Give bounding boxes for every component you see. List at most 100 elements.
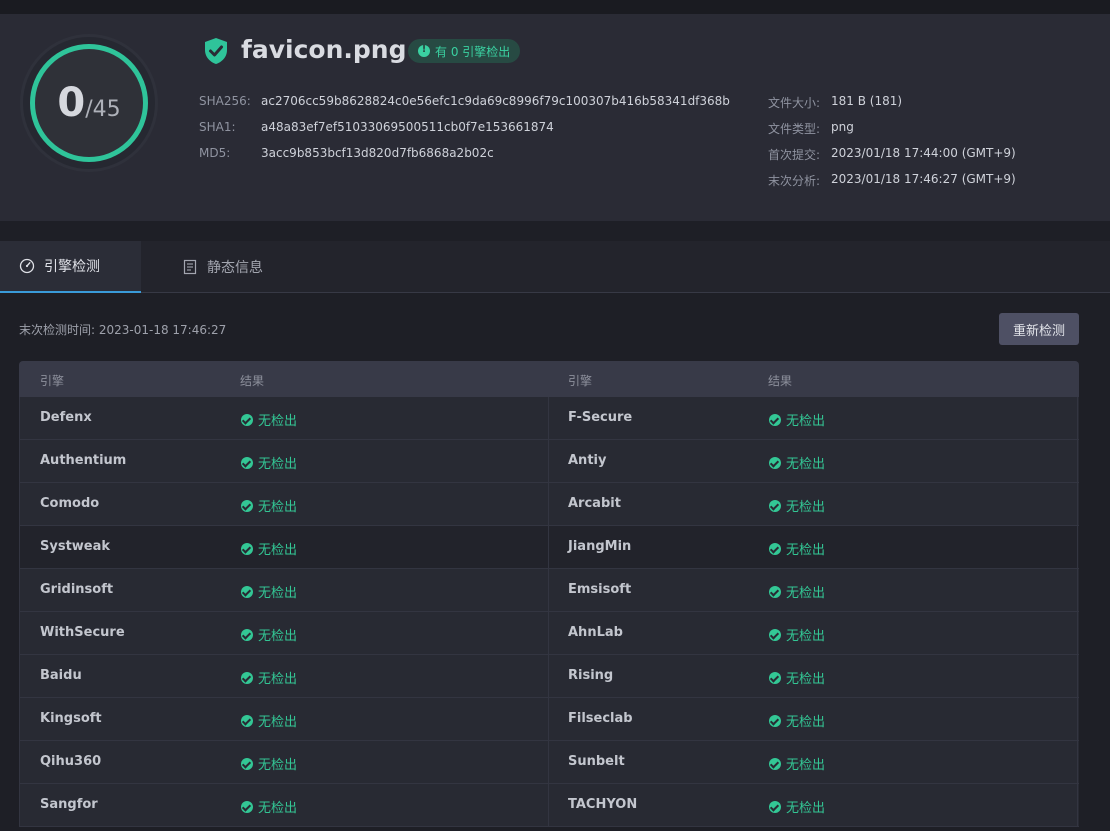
check-circle-icon [769, 800, 781, 813]
engine-cell-right: Emsisoft 无检出 [548, 569, 1078, 611]
engine-result-label: 无检出 [258, 801, 298, 816]
engine-name: AhnLab [568, 625, 623, 640]
engine-name: Kingsoft [40, 711, 102, 726]
engine-name: Emsisoft [568, 582, 632, 597]
meta-label: 末次分析: [768, 174, 821, 188]
check-circle-icon [241, 800, 253, 813]
engine-result-label: 无检出 [786, 758, 826, 773]
engine-result: 无检出 [241, 625, 297, 644]
check-circle-icon [769, 714, 781, 727]
engine-result: 无检出 [241, 539, 297, 558]
meta-value: 2023/01/18 17:46:27 (GMT+9) [831, 172, 1016, 186]
check-circle-icon [241, 499, 253, 512]
engine-cell-left: Baidu 无检出 [19, 655, 549, 697]
meta-label: 文件类型: [768, 122, 821, 136]
column-header-result: 结果 [240, 374, 265, 388]
engine-name: F-Secure [568, 410, 633, 425]
engine-cell-right: AhnLab 无检出 [548, 612, 1078, 654]
engine-result: 无检出 [769, 625, 825, 644]
engine-cell-left: Systweak 无检出 [19, 526, 549, 568]
engine-result-label: 无检出 [786, 715, 826, 730]
column-header-engine: 引擎 [568, 374, 593, 388]
detected-count: 0 [57, 80, 86, 126]
table-header: 引擎 结果 引擎 结果 [19, 361, 1079, 397]
tab-bar: 引擎检测 静态信息 [0, 241, 1110, 293]
check-circle-icon [241, 757, 253, 770]
engine-result-label: 无检出 [258, 457, 298, 472]
engine-result: 无检出 [241, 797, 297, 816]
engine-cell-left: Sangfor 无检出 [19, 784, 549, 826]
engine-cell-left: Comodo 无检出 [19, 483, 549, 525]
check-circle-icon [241, 628, 253, 641]
file-name: favicon.png [241, 35, 407, 64]
alert-circle-icon [418, 44, 430, 57]
engine-results-table: 引擎 结果 引擎 结果 Defenx 无检出 F-Secure 无检出 Authenti… [19, 361, 1079, 827]
meta-label: 文件大小: [768, 96, 821, 110]
engine-result-label: 无检出 [786, 672, 826, 687]
engine-cell-left: Kingsoft 无检出 [19, 698, 549, 740]
check-circle-icon [241, 413, 253, 426]
table-row: Defenx 无检出 F-Secure 无检出 [19, 397, 1079, 440]
check-circle-icon [769, 628, 781, 641]
tab-static-info[interactable]: 静态信息 [141, 241, 291, 293]
engine-result: 无检出 [769, 711, 825, 730]
check-circle-icon [769, 456, 781, 469]
engine-result: 无检出 [769, 668, 825, 687]
engine-cell-right: JiangMin 无检出 [548, 526, 1078, 568]
file-summary-panel [0, 14, 1110, 221]
engine-name: Sunbelt [568, 754, 625, 769]
check-circle-icon [241, 542, 253, 555]
hash-value[interactable]: a48a83ef7ef51033069500511cb0f7e153661874 [261, 120, 554, 134]
table-row: Authentium 无检出 Antiy 无检出 [19, 440, 1079, 483]
engine-result-label: 无检出 [258, 758, 298, 773]
rescan-button[interactable]: 重新检测 [999, 313, 1079, 345]
tab-engine-detection[interactable]: 引擎检测 [0, 241, 141, 293]
hash-value[interactable]: 3acc9b853bcf13d820d7fb6868a2b02c [261, 146, 494, 160]
engine-name: Qihu360 [40, 754, 102, 769]
engine-name: JiangMin [568, 539, 632, 554]
table-row: Baidu 无检出 Rising 无检出 [19, 655, 1079, 698]
engine-result-label: 无检出 [258, 672, 298, 687]
check-circle-icon [769, 499, 781, 512]
detection-badge-label: 有 0 引擎检出 [435, 44, 511, 59]
check-circle-icon [769, 671, 781, 684]
engine-result-label: 无检出 [258, 629, 298, 644]
check-circle-icon [769, 542, 781, 555]
engine-cell-right: TACHYON 无检出 [548, 784, 1078, 826]
engine-result: 无检出 [769, 453, 825, 472]
tab-label: 引擎检测 [44, 259, 100, 275]
engine-name: Antiy [568, 453, 607, 468]
top-bar [0, 0, 1110, 14]
engine-name: Baidu [40, 668, 82, 683]
engine-cell-right: Sunbelt 无检出 [548, 741, 1078, 783]
engine-result-label: 无检出 [786, 500, 826, 515]
engine-name: Gridinsoft [40, 582, 114, 597]
engine-result-label: 无检出 [786, 457, 826, 472]
engine-result-label: 无检出 [786, 414, 826, 429]
engine-result-label: 无检出 [786, 586, 826, 601]
hash-label: SHA256: [199, 94, 251, 108]
engine-cell-left: Authentium 无检出 [19, 440, 549, 482]
meta-value: 181 B (181) [831, 94, 903, 108]
check-circle-icon [241, 585, 253, 598]
engine-name: Arcabit [568, 496, 621, 511]
detection-score-ring: 0 /45 [20, 34, 158, 172]
engine-result: 无检出 [241, 668, 297, 687]
check-circle-icon [769, 413, 781, 426]
table-row: WithSecure 无检出 AhnLab 无检出 [19, 612, 1079, 655]
engine-result: 无检出 [769, 754, 825, 773]
shield-check-icon [205, 38, 227, 64]
engine-name: Sangfor [40, 797, 98, 812]
engine-cell-left: WithSecure 无检出 [19, 612, 549, 654]
hash-value[interactable]: ac2706cc59b8628824c0e56efc1c9da69c8996f7… [261, 94, 730, 108]
table-row: Sangfor 无检出 TACHYON 无检出 [19, 784, 1079, 827]
check-circle-icon [241, 456, 253, 469]
engine-result-label: 无检出 [786, 801, 826, 816]
meta-value: 2023/01/18 17:44:00 (GMT+9) [831, 146, 1016, 160]
table-body: Defenx 无检出 F-Secure 无检出 Authentium 无检出 Antiy 无检… [19, 397, 1079, 827]
engine-result: 无检出 [241, 453, 297, 472]
engine-name: Rising [568, 668, 614, 683]
engine-cell-left: Gridinsoft 无检出 [19, 569, 549, 611]
engine-cell-right: Rising 无检出 [548, 655, 1078, 697]
engine-result: 无检出 [241, 410, 297, 429]
